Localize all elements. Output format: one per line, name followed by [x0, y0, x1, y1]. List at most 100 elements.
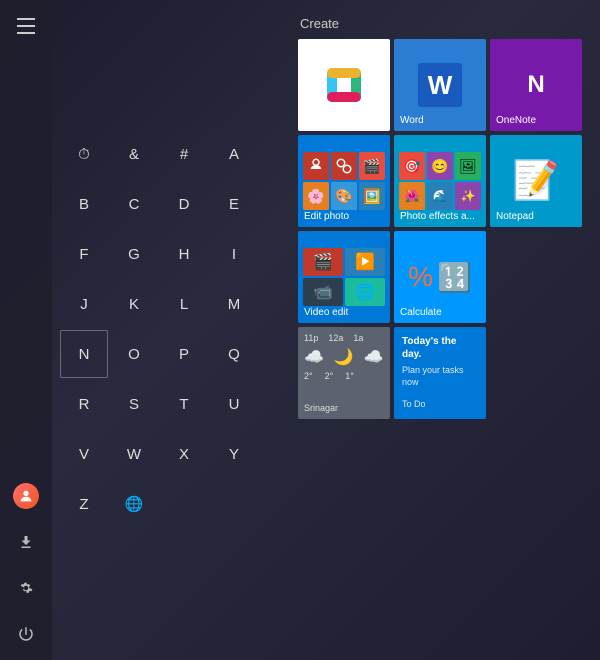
- alpha-cell-empty1: [160, 480, 208, 528]
- alpha-cell-y[interactable]: Y: [210, 430, 258, 478]
- weather-temp-3: 1°: [345, 371, 354, 381]
- settings-button[interactable]: [6, 568, 46, 608]
- weather-times: 11p 12a 1a: [304, 333, 384, 343]
- alpha-cell-s[interactable]: S: [110, 380, 158, 428]
- alpha-cell-hash[interactable]: #: [160, 130, 208, 178]
- alpha-cell-i[interactable]: I: [210, 230, 258, 278]
- todo-title: Today's the day.: [402, 335, 478, 361]
- weather-time-1: 11p: [304, 333, 318, 343]
- mini-app-3: 🎬: [359, 152, 385, 180]
- alpha-cell-o[interactable]: O: [110, 330, 158, 378]
- gear-icon: [17, 579, 35, 597]
- power-icon: [17, 625, 35, 643]
- effect-5: 🌊: [427, 182, 453, 210]
- tiles-grid: W Word N OneNote: [298, 39, 588, 419]
- alpha-cell-m[interactable]: M: [210, 280, 258, 328]
- slack-tile[interactable]: [298, 39, 390, 131]
- video-edit-tile[interactable]: 🎬 ▶️ 📹 🌐 Video edit: [298, 231, 390, 323]
- alpha-cell-a[interactable]: A: [210, 130, 258, 178]
- avatar-button[interactable]: [6, 476, 46, 516]
- alpha-cell-t[interactable]: T: [160, 380, 208, 428]
- alpha-cell-amp[interactable]: &: [110, 130, 158, 178]
- todo-subtitle: Plan your tasks now: [402, 365, 478, 388]
- photo-effects-tile[interactable]: 🎯 😊 🖼 🌺 🌊 ✨: [394, 135, 486, 227]
- alpha-cell-v[interactable]: V: [60, 430, 108, 478]
- alpha-cell-d[interactable]: D: [160, 180, 208, 228]
- onenote-icon-container: N: [514, 63, 558, 107]
- alpha-cell-u[interactable]: U: [210, 380, 258, 428]
- video-app-3: 📹: [303, 278, 343, 306]
- alpha-cell-f[interactable]: F: [60, 230, 108, 278]
- mini-app-6: 🖼️: [359, 182, 385, 210]
- weather-temp-2: 2°: [325, 371, 334, 381]
- alpha-cell-j[interactable]: J: [60, 280, 108, 328]
- weather-icon-2: 🌙: [334, 347, 354, 367]
- video-app-1: 🎬: [303, 248, 343, 276]
- photo-effects-label: Photo effects a...: [400, 211, 475, 222]
- alpha-cell-r[interactable]: R: [60, 380, 108, 428]
- alpha-cell-q[interactable]: Q: [210, 330, 258, 378]
- effect-2: 😊: [427, 152, 453, 180]
- weather-city: Srinagar: [304, 403, 384, 413]
- todo-label: To Do: [402, 399, 478, 411]
- todo-tile[interactable]: Today's the day. Plan your tasks now To …: [394, 327, 486, 419]
- tiles-row-3: 🎬 ▶️ 📹 🌐 Video edit %: [298, 231, 588, 323]
- alpha-cell-n[interactable]: N: [60, 330, 108, 378]
- alpha-cell-w[interactable]: W: [110, 430, 158, 478]
- sidebar: [0, 0, 52, 660]
- weather-icons-row: ☁️ 🌙 ☁️: [304, 347, 384, 367]
- alpha-cell-k[interactable]: K: [110, 280, 158, 328]
- video-app-4: 🌐: [345, 278, 385, 306]
- alpha-cell-z[interactable]: Z: [60, 480, 108, 528]
- hamburger-button[interactable]: [8, 8, 44, 44]
- effect-3: 🖼: [455, 152, 481, 180]
- word-tile[interactable]: W Word: [394, 39, 486, 131]
- weather-icon-3: ☁️: [364, 347, 384, 367]
- alpha-cell-p[interactable]: P: [160, 330, 208, 378]
- alpha-cell-globe[interactable]: 🌐: [110, 480, 158, 528]
- notepad-tile[interactable]: 📝 Notepad: [490, 135, 582, 227]
- alpha-cell-h[interactable]: H: [160, 230, 208, 278]
- alpha-cell-empty2: [210, 480, 258, 528]
- alpha-cell-x[interactable]: X: [160, 430, 208, 478]
- alpha-cell-e[interactable]: E: [210, 180, 258, 228]
- effects-icons: 🎯 😊 🖼 🌺 🌊 ✨: [399, 152, 481, 210]
- edit-photo-label: Edit photo: [304, 211, 349, 222]
- onenote-tile[interactable]: N OneNote: [490, 39, 582, 131]
- tiles-row-2: 🎬 🌸 🎨 🖼️ Edit photo: [298, 135, 588, 227]
- power-button[interactable]: [6, 614, 46, 654]
- avatar: [13, 483, 39, 509]
- alpha-cell-b[interactable]: B: [60, 180, 108, 228]
- tiles-section-title: Create: [298, 16, 588, 31]
- alpha-grid: ⏱ & # A B C D E F G H I J K L M N O P Q …: [60, 130, 280, 528]
- onenote-tile-label: OneNote: [496, 115, 536, 126]
- effect-6: ✨: [455, 182, 481, 210]
- slack-icon: [317, 58, 371, 112]
- download-icon: [17, 533, 35, 551]
- edit-photo-tile[interactable]: 🎬 🌸 🎨 🖼️ Edit photo: [298, 135, 390, 227]
- weather-icon-1: ☁️: [304, 347, 324, 367]
- tiles-area: Create W Word: [298, 16, 588, 419]
- alphabet-list: ⏱ & # A B C D E F G H I J K L M N O P Q …: [60, 130, 280, 528]
- calc-icons: % 🔢: [408, 261, 472, 294]
- download-button[interactable]: [6, 522, 46, 562]
- mini-app-4: 🌸: [303, 182, 329, 210]
- alpha-cell-c[interactable]: C: [110, 180, 158, 228]
- mini-app-1: [303, 152, 329, 180]
- word-icon-container: W: [418, 63, 462, 107]
- notepad-icon: 📝: [512, 159, 559, 203]
- effect-1: 🎯: [399, 152, 425, 180]
- video-app-2: ▶️: [345, 248, 385, 276]
- effect-4: 🌺: [399, 182, 425, 210]
- video-edit-label: Video edit: [304, 307, 348, 318]
- alpha-cell-g[interactable]: G: [110, 230, 158, 278]
- calculate-tile[interactable]: % 🔢 Calculate: [394, 231, 486, 323]
- alpha-cell-clock[interactable]: ⏱: [60, 130, 108, 178]
- weather-temps: 2° 2° 1°: [304, 371, 384, 381]
- word-tile-label: Word: [400, 115, 424, 126]
- video-icons: 🎬 ▶️ 📹 🌐: [303, 248, 385, 306]
- alpha-cell-l[interactable]: L: [160, 280, 208, 328]
- notepad-label: Notepad: [496, 211, 534, 222]
- weather-tile[interactable]: 11p 12a 1a ☁️ 🌙 ☁️ 2° 2° 1° Srinagar: [298, 327, 390, 419]
- mini-app-5: 🎨: [331, 182, 357, 210]
